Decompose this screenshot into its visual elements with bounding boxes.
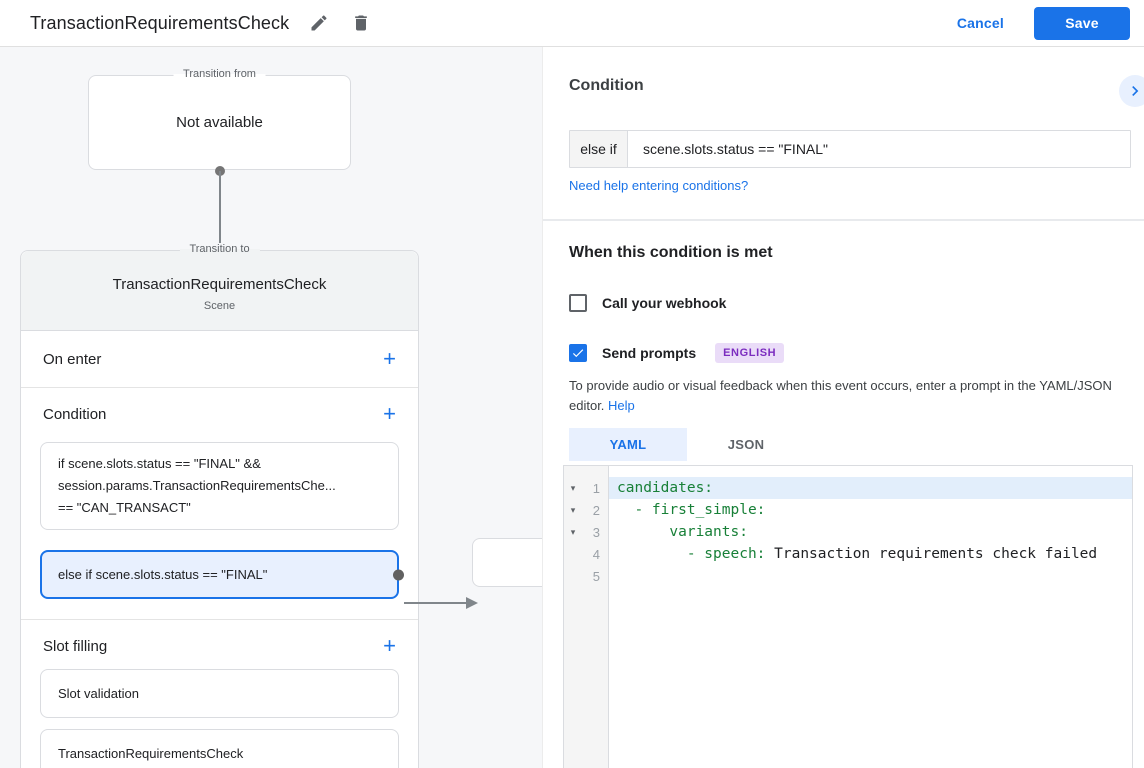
section-divider <box>543 219 1144 221</box>
transition-to-card: Transition to TransactionRequirementsChe… <box>20 250 419 768</box>
editor-lines: ▾ 1 candidates: ▾ 2 - first_simple: ▾ 3 <box>564 466 1132 587</box>
save-button[interactable]: Save <box>1034 7 1130 40</box>
yaml-key: variants: <box>617 524 748 540</box>
condition-header-row: Condition + <box>21 388 418 440</box>
condition-line: session.params.TransactionRequirementsCh… <box>58 475 381 497</box>
fold-arrow-icon[interactable]: ▾ <box>564 483 582 494</box>
delete-scene-button[interactable] <box>349 11 373 35</box>
transition-arrow-right-icon <box>404 596 480 610</box>
prompt-description-text: To provide audio or visual feedback when… <box>569 378 1112 413</box>
condition-item-elseif-selected[interactable]: else if scene.slots.status == "FINAL" <box>40 550 399 599</box>
yaml-key: - speech: <box>617 546 765 562</box>
condition-section: Condition + if scene.slots.status == "FI… <box>21 388 418 620</box>
condition-elseif-text: else if scene.slots.status == "FINAL" <box>58 567 267 582</box>
call-webhook-checkbox[interactable] <box>569 294 587 312</box>
call-webhook-label: Call your webhook <box>602 295 726 311</box>
slot-filling-header-row: Slot filling + <box>21 623 418 669</box>
help-link[interactable]: Help <box>608 398 635 413</box>
yaml-key: - first_simple: <box>617 502 765 518</box>
collapse-panel-button[interactable] <box>1119 75 1144 107</box>
fold-arrow-icon[interactable]: ▾ <box>564 505 582 516</box>
line-number: 2 <box>582 503 602 518</box>
scene-diagram-canvas: Transition from Not available Transition… <box>0 47 542 768</box>
title-area: TransactionRequirementsCheck <box>30 11 373 35</box>
condition-expression-row: else if <box>569 130 1131 168</box>
edit-icon <box>309 13 329 33</box>
chevron-right-icon <box>1125 81 1144 101</box>
condition-editor-panel: Condition else if Need help entering con… <box>542 47 1144 768</box>
transition-target-box[interactable] <box>472 538 542 587</box>
transition-to-legend: Transition to <box>179 243 259 255</box>
code-line[interactable]: ▾ 5 <box>564 565 1132 587</box>
connector-dot-icon <box>393 569 404 580</box>
send-prompts-label: Send prompts <box>602 345 696 361</box>
yaml-code-editor[interactable]: ▾ 1 candidates: ▾ 2 - first_simple: ▾ 3 <box>563 465 1133 768</box>
on-enter-row: On enter + <box>21 331 418 388</box>
transition-from-box[interactable]: Transition from Not available <box>88 75 351 170</box>
code-line[interactable]: ▾ 1 candidates: <box>564 477 1132 499</box>
condition-prefix-label: else if <box>570 131 628 167</box>
scene-type-label: Scene <box>204 300 235 312</box>
header-actions: Cancel Save <box>957 7 1130 40</box>
slot-item-transaction-check[interactable]: TransactionRequirementsCheck <box>40 729 399 768</box>
code-line[interactable]: ▾ 3 variants: <box>564 521 1132 543</box>
prompt-description: To provide audio or visual feedback when… <box>569 376 1135 416</box>
condition-section-label: Condition <box>43 406 106 423</box>
checkmark-icon <box>571 346 585 360</box>
send-prompts-checkbox[interactable] <box>569 344 587 362</box>
panel-title: Condition <box>569 77 644 95</box>
conditions-help-link[interactable]: Need help entering conditions? <box>569 178 748 193</box>
line-number: 1 <box>582 481 602 496</box>
transition-from-content: Not available <box>89 76 350 169</box>
on-enter-label: On enter <box>43 351 101 368</box>
webhook-option-row: Call your webhook <box>569 294 726 312</box>
slot-filling-section: Slot filling + Slot validation Transacti… <box>21 623 418 768</box>
edit-title-button[interactable] <box>307 11 331 35</box>
line-number: 4 <box>582 547 602 562</box>
cancel-button[interactable]: Cancel <box>957 15 1004 31</box>
when-condition-met-heading: When this condition is met <box>569 244 773 262</box>
fold-arrow-icon[interactable]: ▾ <box>564 527 582 538</box>
condition-line: if scene.slots.status == "FINAL" && <box>58 453 381 475</box>
slot-filling-label: Slot filling <box>43 638 107 655</box>
tab-json[interactable]: JSON <box>687 428 805 461</box>
main-area: Transition from Not available Transition… <box>0 47 1144 768</box>
language-badge: ENGLISH <box>715 343 784 363</box>
scene-name: TransactionRequirementsCheck <box>113 276 327 293</box>
condition-item-if[interactable]: if scene.slots.status == "FINAL" && sess… <box>40 442 399 530</box>
yaml-value: Transaction requirements check failed <box>765 546 1097 562</box>
condition-line: == "CAN_TRANSACT" <box>58 497 381 519</box>
add-slot-button[interactable]: + <box>383 636 396 656</box>
yaml-key: candidates: <box>617 480 713 496</box>
line-number: 3 <box>582 525 602 540</box>
add-on-enter-button[interactable]: + <box>383 349 396 369</box>
code-line[interactable]: ▾ 4 - speech: Transaction requirements c… <box>564 543 1132 565</box>
page-title: TransactionRequirementsCheck <box>30 13 289 34</box>
editor-format-tabs: YAML JSON <box>569 428 805 461</box>
app-window: TransactionRequirementsCheck Cancel Save… <box>0 0 1144 768</box>
add-condition-button[interactable]: + <box>383 404 396 424</box>
line-number: 5 <box>582 569 602 584</box>
transition-from-legend: Transition from <box>173 68 266 80</box>
prompts-option-row: Send prompts ENGLISH <box>569 343 784 363</box>
tab-yaml[interactable]: YAML <box>569 428 687 461</box>
top-bar: TransactionRequirementsCheck Cancel Save <box>0 0 1144 47</box>
trash-icon <box>351 13 371 33</box>
slot-item-validation[interactable]: Slot validation <box>40 669 399 718</box>
condition-expression-input[interactable] <box>628 131 1130 167</box>
scene-card-header[interactable]: TransactionRequirementsCheck Scene <box>21 251 418 331</box>
code-line[interactable]: ▾ 2 - first_simple: <box>564 499 1132 521</box>
